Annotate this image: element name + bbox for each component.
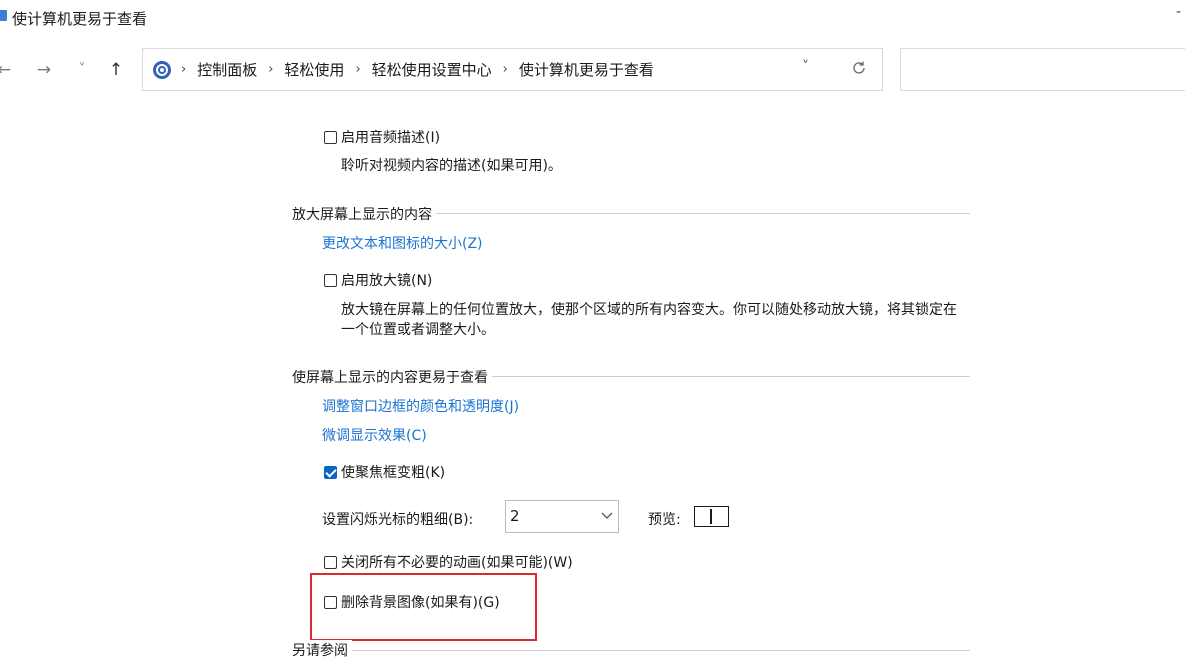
address-bar[interactable]: › 控制面板 › 轻松使用 › 轻松使用设置中心 › 使计算机更易于查看 ˅ (142, 48, 883, 91)
control-panel-icon (0, 10, 7, 21)
window-border-color-link[interactable]: 调整窗口边框的颜色和透明度(J) (322, 396, 519, 416)
cursor-preview-caret (710, 509, 712, 524)
cursor-thickness-value: 2 (510, 507, 520, 525)
preview-label: 预览: (648, 512, 681, 528)
audio-description-text: 聆听对视频内容的描述(如果可用)。 (341, 158, 562, 174)
recent-locations-button[interactable]: ˅ (70, 58, 94, 82)
address-history-dropdown[interactable]: ˅ (802, 59, 809, 75)
breadcrumb-control-panel[interactable]: 控制面板 (197, 59, 257, 80)
thick-focus-checkbox[interactable] (324, 466, 337, 479)
section-divider (292, 650, 970, 651)
display-tuning-link[interactable]: 微调显示效果(C) (322, 425, 427, 445)
audio-description-checkbox[interactable] (324, 131, 337, 144)
change-text-size-link[interactable]: 更改文本和图标的大小(Z) (322, 233, 483, 253)
forward-button[interactable]: → (32, 58, 56, 82)
refresh-icon[interactable] (849, 58, 869, 78)
disable-animations-label[interactable]: 关闭所有不必要的动画(如果可能)(W) (341, 552, 573, 572)
breadcrumb-current-page[interactable]: 使计算机更易于查看 (519, 59, 654, 80)
breadcrumb-ease-of-access-center[interactable]: 轻松使用设置中心 (372, 59, 492, 80)
magnifier-description-line2: 一个位置或者调整大小。 (341, 322, 495, 338)
section-heading-easier: 使屏幕上显示的内容更易于查看 (292, 367, 492, 387)
cursor-thickness-label: 设置闪烁光标的粗细(B): (322, 512, 474, 528)
search-input[interactable] (900, 48, 1185, 91)
control-panel-icon (153, 61, 171, 79)
highlight-annotation (310, 573, 537, 641)
thick-focus-label[interactable]: 使聚焦框变粗(K) (341, 462, 445, 482)
breadcrumb-separator[interactable]: › (503, 62, 508, 77)
breadcrumb-separator[interactable]: › (181, 62, 186, 77)
section-heading-magnify: 放大屏幕上显示的内容 (292, 204, 436, 224)
minimize-button[interactable]: - (1176, 4, 1181, 20)
up-button[interactable]: ↑ (104, 58, 128, 82)
magnifier-label[interactable]: 启用放大镜(N) (341, 270, 432, 290)
back-button[interactable]: ← (0, 58, 16, 82)
section-heading-see-also: 另请参阅 (292, 640, 352, 660)
cursor-thickness-select[interactable]: 2 (505, 500, 619, 533)
window-title: 使计算机更易于查看 (12, 10, 148, 28)
breadcrumb-ease-of-access[interactable]: 轻松使用 (284, 59, 344, 80)
audio-description-label[interactable]: 启用音频描述(I) (341, 127, 440, 147)
cursor-preview (694, 506, 729, 527)
breadcrumb-separator[interactable]: › (268, 62, 273, 77)
breadcrumb: › 控制面板 › 轻松使用 › 轻松使用设置中心 › 使计算机更易于查看 (181, 49, 654, 90)
magnifier-checkbox[interactable] (324, 274, 337, 287)
chevron-down-icon (601, 512, 613, 519)
breadcrumb-separator[interactable]: › (355, 62, 360, 77)
disable-animations-checkbox[interactable] (324, 556, 337, 569)
